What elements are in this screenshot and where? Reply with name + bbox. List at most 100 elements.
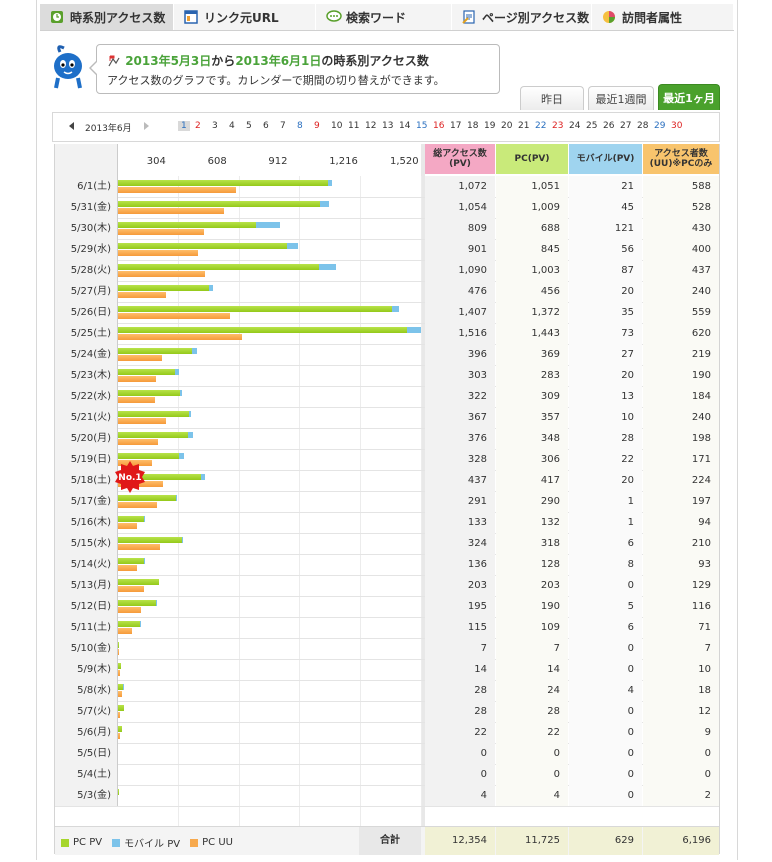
calendar-day[interactable]: 22 (535, 121, 546, 131)
legend-label: PC UU (202, 837, 233, 848)
bar-pc-pv (118, 663, 121, 669)
calendar-day[interactable]: 26 (603, 121, 614, 131)
calendar-day[interactable]: 2 (195, 121, 201, 131)
bar-pc-uu (118, 712, 121, 718)
bar-pc-pv (118, 348, 192, 354)
row-bars (117, 407, 422, 428)
cell-uu: 210 (643, 533, 719, 554)
row-date: 5/27(月) (55, 281, 117, 302)
table-row: 5/7(火) 28 28 0 12 (55, 701, 719, 723)
range-tab-month[interactable]: 最近1ヶ月 (658, 84, 720, 110)
table-row: 5/18(土) 437 417 20 224 (55, 470, 719, 492)
cell-mobile-pv: 10 (569, 407, 642, 428)
row-date: 5/29(水) (55, 239, 117, 260)
next-month-arrow-icon[interactable] (144, 122, 149, 130)
calendar-day[interactable]: 5 (246, 121, 252, 131)
bar-pc-pv (118, 621, 140, 627)
row-bars (117, 596, 422, 617)
tab-visitor-attributes[interactable]: 訪問者属性 (592, 4, 734, 30)
calendar-day[interactable]: 6 (263, 121, 269, 131)
bar-pc-pv (118, 579, 159, 585)
calendar-day[interactable]: 3 (212, 121, 218, 131)
tab-search-words[interactable]: 検索ワード (316, 4, 452, 30)
flag-icon (107, 55, 121, 70)
bar-pc-pv (118, 705, 124, 711)
calendar-day[interactable]: 27 (620, 121, 631, 131)
legend-swatch (61, 838, 69, 847)
cell-mobile-pv: 0 (569, 743, 642, 764)
calendar-day[interactable]: 28 (637, 121, 648, 131)
calendar-day[interactable]: 16 (433, 121, 444, 131)
cell-uu: 18 (643, 680, 719, 701)
bar-pc-pv (118, 789, 119, 795)
tab-label: ページ別アクセス数 (482, 10, 590, 25)
row-date: 5/30(木) (55, 218, 117, 239)
cell-mobile-pv: 0 (569, 659, 642, 680)
range-tab-yesterday[interactable]: 昨日 (520, 86, 584, 110)
table-row: 5/23(木) 303 283 20 190 (55, 365, 719, 387)
calendar-day[interactable]: 15 (416, 121, 427, 131)
row-date: 5/24(金) (55, 344, 117, 365)
row-date: 5/4(土) (55, 764, 117, 785)
calendar-day[interactable]: 13 (382, 121, 393, 131)
cell-total-pv: 291 (425, 491, 495, 512)
tab-label: 時系別アクセス数 (70, 10, 166, 25)
cell-mobile-pv: 6 (569, 533, 642, 554)
bar-pc-pv (118, 306, 393, 312)
table-row: 5/21(火) 367 357 10 240 (55, 407, 719, 429)
calendar-day[interactable]: 11 (348, 121, 359, 131)
bar-pc-uu (118, 418, 166, 424)
cell-pc-pv: 306 (496, 449, 568, 470)
calendar-day[interactable]: 24 (569, 121, 580, 131)
calendar-day[interactable]: 21 (518, 121, 529, 131)
calendar-day[interactable]: 29 (654, 121, 665, 131)
table-row: 5/11(土) 115 109 6 71 (55, 617, 719, 639)
calendar-day[interactable]: 14 (399, 121, 410, 131)
bar-pc-pv (118, 327, 407, 333)
cell-total-pv: 4 (425, 785, 495, 806)
bar-mobile-pv (209, 285, 214, 291)
calendar-day[interactable]: 9 (314, 121, 320, 131)
calendar-day[interactable]: 7 (280, 121, 286, 131)
range-tab-week[interactable]: 最近1週間 (588, 86, 654, 110)
bar-pc-pv (118, 600, 156, 606)
mobile-pv-sum: 629 (569, 827, 642, 855)
cell-uu: 219 (643, 344, 719, 365)
calendar-day[interactable]: 1 (178, 121, 190, 131)
cell-total-pv: 14 (425, 659, 495, 680)
calendar-day[interactable]: 23 (552, 121, 563, 131)
calendar-day[interactable]: 8 (297, 121, 303, 131)
legend-pc-pv: PC PV (61, 837, 102, 848)
calendar-day[interactable]: 25 (586, 121, 597, 131)
title-suffix: の時系別アクセス数 (321, 54, 429, 68)
calendar-day[interactable]: 12 (365, 121, 376, 131)
cell-pc-pv: 318 (496, 533, 568, 554)
cell-total-pv: 1,054 (425, 197, 495, 218)
bar-pc-uu (118, 439, 158, 445)
cell-mobile-pv: 21 (569, 176, 642, 197)
calendar-day[interactable]: 20 (501, 121, 512, 131)
row-date: 5/16(木) (55, 512, 117, 533)
tab-page-access[interactable]: ページ別アクセス数 (452, 4, 592, 30)
row-bars (117, 260, 422, 281)
table-footer: PC PV モバイル PV PC UU 合計 12,354 11,725 629… (55, 826, 719, 855)
table-row: 5/15(水) 324 318 6 210 (55, 533, 719, 555)
calendar-day[interactable]: 4 (229, 121, 235, 131)
calendar-day[interactable]: 10 (331, 121, 342, 131)
cell-pc-pv: 109 (496, 617, 568, 638)
legend-swatch (190, 838, 199, 847)
prev-month-arrow-icon[interactable] (69, 122, 74, 130)
cell-pc-pv: 14 (496, 659, 568, 680)
calendar-day[interactable]: 18 (467, 121, 478, 131)
tab-hourly-access[interactable]: 時系別アクセス数 (40, 4, 174, 30)
calendar-day[interactable]: 19 (484, 121, 495, 131)
tab-label: 訪問者属性 (622, 10, 683, 25)
row-bars (117, 218, 422, 239)
calendar-day[interactable]: 30 (671, 121, 682, 131)
cell-total-pv: 28 (425, 701, 495, 722)
cell-uu: 240 (643, 281, 719, 302)
tab-referrer-url[interactable]: リンク元URL (174, 4, 316, 30)
calendar-day[interactable]: 17 (450, 121, 461, 131)
clock-icon (50, 10, 64, 24)
row-bars (117, 491, 422, 512)
